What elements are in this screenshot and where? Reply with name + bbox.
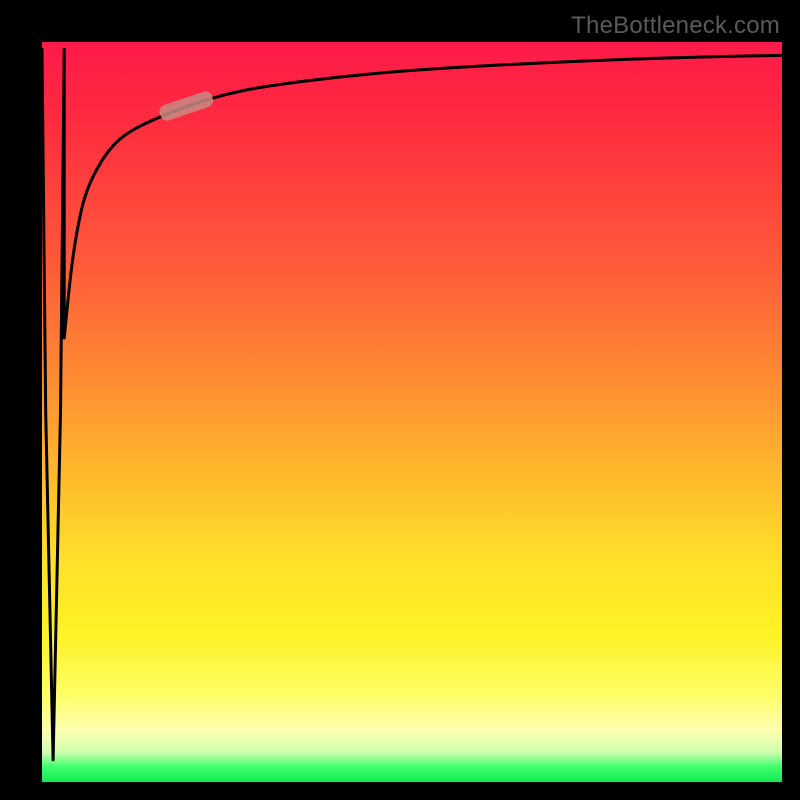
chart-stage: TheBottleneck.com — [0, 0, 800, 800]
attribution-text: TheBottleneck.com — [571, 12, 780, 40]
curve-marker — [158, 90, 215, 123]
curve-main — [42, 49, 782, 759]
chart-svg — [42, 42, 782, 782]
